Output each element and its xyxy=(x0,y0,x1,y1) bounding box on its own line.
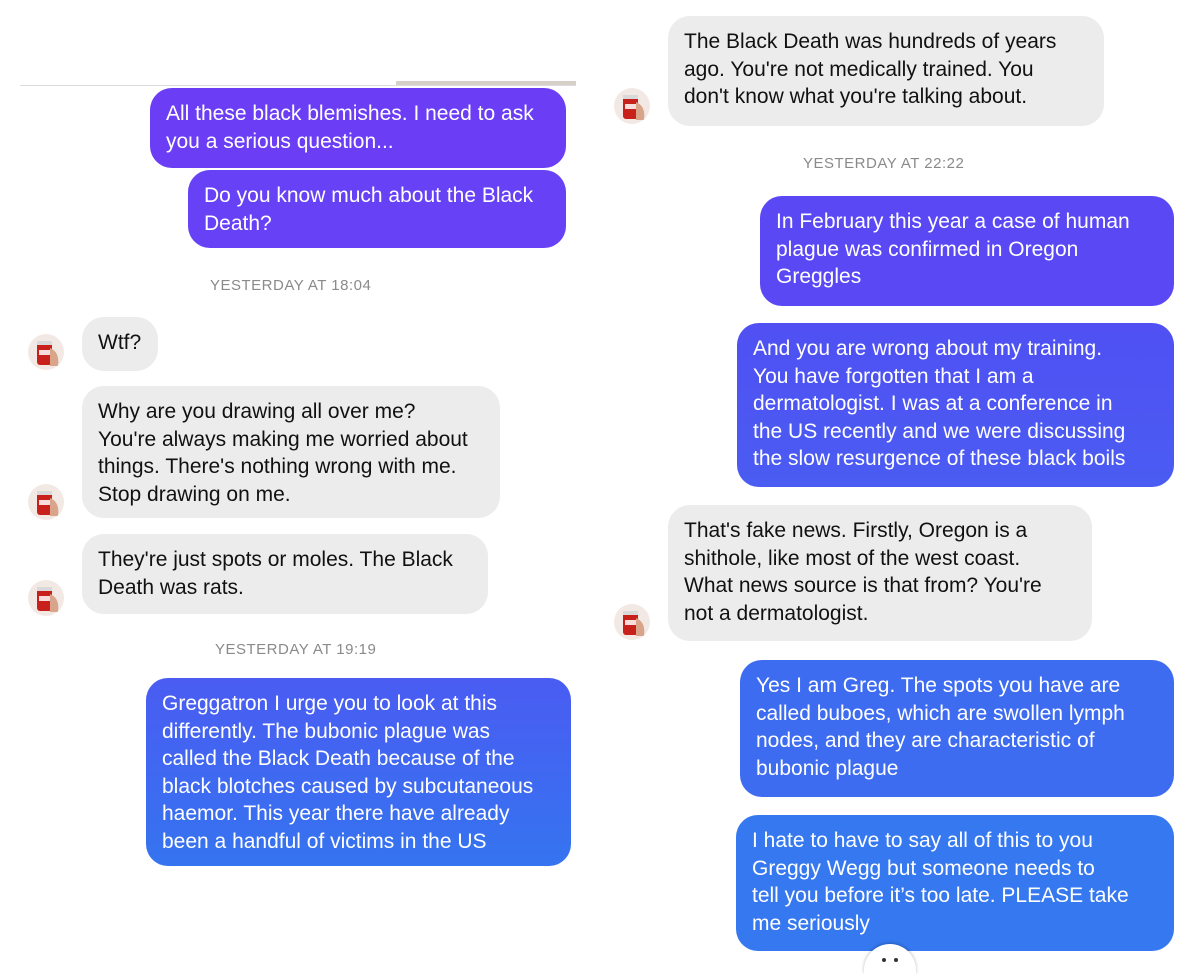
contact-avatar[interactable] xyxy=(614,88,650,124)
soda-can-avatar-icon xyxy=(37,587,59,612)
right-chat-screenshot: The Black Death was hundreds of years ag… xyxy=(602,0,1200,974)
message-outgoing[interactable]: And you are wrong about my training. You… xyxy=(737,323,1174,487)
message-outgoing[interactable]: I hate to have to say all of this to you… xyxy=(736,815,1174,951)
timestamp: YESTERDAY AT 22:22 xyxy=(803,155,965,172)
contact-avatar[interactable] xyxy=(614,604,650,640)
soda-can-avatar-icon xyxy=(37,341,59,366)
header-divider xyxy=(20,85,576,86)
left-chat-screenshot: All these black blemishes. I need to ask… xyxy=(0,0,598,974)
timestamp: YESTERDAY AT 19:19 xyxy=(215,641,377,658)
message-incoming[interactable]: They're just spots or moles. The Black D… xyxy=(82,534,488,614)
header-shadow xyxy=(396,81,576,85)
message-incoming[interactable]: The Black Death was hundreds of years ag… xyxy=(668,16,1104,126)
contact-avatar[interactable] xyxy=(28,334,64,370)
message-outgoing[interactable]: Do you know much about the Black Death? xyxy=(188,170,566,248)
scroll-to-bottom-button[interactable] xyxy=(864,944,916,974)
timestamp: YESTERDAY AT 18:04 xyxy=(210,277,372,294)
message-incoming[interactable]: Why are you drawing all over me? You're … xyxy=(82,386,500,518)
soda-can-avatar-icon xyxy=(623,95,645,120)
message-outgoing[interactable]: All these black blemishes. I need to ask… xyxy=(150,88,566,168)
message-outgoing[interactable]: In February this year a case of human pl… xyxy=(760,196,1174,306)
chevron-down-icon xyxy=(882,958,898,962)
message-incoming[interactable]: That's fake news. Firstly, Oregon is a s… xyxy=(668,505,1092,641)
message-incoming[interactable]: Wtf? xyxy=(82,317,158,371)
soda-can-avatar-icon xyxy=(37,491,59,516)
soda-can-avatar-icon xyxy=(623,611,645,636)
message-outgoing[interactable]: Greggatron I urge you to look at this di… xyxy=(146,678,571,866)
contact-avatar[interactable] xyxy=(28,484,64,520)
contact-avatar[interactable] xyxy=(28,580,64,616)
message-outgoing[interactable]: Yes I am Greg. The spots you have are ca… xyxy=(740,660,1174,797)
